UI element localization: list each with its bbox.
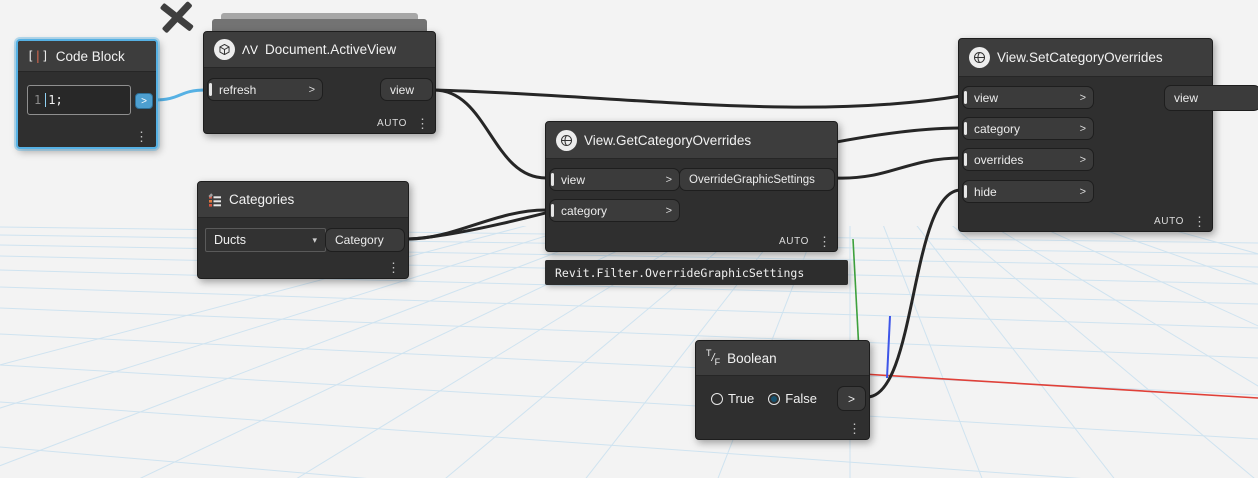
boolean-options: True False xyxy=(711,391,817,406)
set-header: View.SetCategoryOverrides xyxy=(959,39,1212,77)
node-menu-dots[interactable]: ⋮ xyxy=(387,261,400,274)
categories-node[interactable]: Categories Ducts ▾ Category ⋮ xyxy=(197,181,409,279)
set-category-overrides-node[interactable]: View.SetCategoryOverrides view > categor… xyxy=(958,38,1258,232)
option-true[interactable]: True xyxy=(711,391,754,406)
text-caret-icon xyxy=(45,93,47,107)
radio-true[interactable] xyxy=(711,392,723,405)
true-false-icon: T/F xyxy=(706,348,721,368)
port-label: view xyxy=(561,172,586,187)
wire-boolean-to-set-hide[interactable] xyxy=(865,188,963,399)
port-label: refresh xyxy=(219,82,257,97)
get-node-icon xyxy=(556,129,577,151)
node-menu-dots[interactable]: ⋮ xyxy=(416,117,429,130)
port-category-input[interactable]: category > xyxy=(549,199,680,222)
node-title: Code Block xyxy=(55,48,125,64)
document-activeview-node[interactable]: ΛV Document.ActiveView refresh > view AU… xyxy=(203,31,436,134)
node-footer: AUTO ⋮ xyxy=(779,235,831,248)
port-label: overrides xyxy=(974,152,1024,167)
wire-codeblock-to-refresh[interactable] xyxy=(152,88,208,102)
wire-activeview-to-get-view[interactable] xyxy=(432,88,548,180)
boolean-node[interactable]: T/F Boolean True False > ⋮ xyxy=(695,340,870,440)
code-block-output-port[interactable]: > xyxy=(135,93,153,109)
port-chevron-icon: > xyxy=(308,83,315,96)
code-block-icon: [|] xyxy=(27,49,49,63)
node-footer: AUTO ⋮ xyxy=(1154,215,1206,228)
lacing-badge[interactable]: AUTO xyxy=(1154,216,1184,227)
port-chevron-icon: > xyxy=(1079,185,1086,198)
port-refresh-input[interactable]: refresh > xyxy=(207,78,323,101)
port-label: view xyxy=(1174,91,1199,105)
port-chevron-icon: > xyxy=(1079,153,1086,166)
categories-icon xyxy=(208,192,222,207)
port-hide-input[interactable]: hide > xyxy=(962,180,1094,203)
chevron-down-icon: ▾ xyxy=(312,234,317,245)
node-menu-dots[interactable]: ⋮ xyxy=(848,422,861,435)
line-number: 1 xyxy=(34,93,42,107)
wire-category-to-get-category[interactable] xyxy=(406,208,548,241)
node-menu-dots[interactable]: ⋮ xyxy=(1193,215,1206,228)
node-menu-dots[interactable]: ⋮ xyxy=(818,235,831,248)
categories-header: Categories xyxy=(198,182,408,218)
radio-label: True xyxy=(728,391,755,406)
code-block-header: [|] Code Block xyxy=(18,41,156,72)
activeview-node-icon xyxy=(214,39,235,60)
port-view-input[interactable]: view > xyxy=(549,168,680,191)
port-label: Category xyxy=(335,233,384,247)
activeview-monogram: ΛV xyxy=(242,42,259,57)
node-title: View.SetCategoryOverrides xyxy=(997,50,1163,65)
node-menu-dots[interactable]: ⋮ xyxy=(135,130,148,143)
code-block-editor[interactable]: 1 1; xyxy=(27,85,131,115)
option-false[interactable]: False xyxy=(768,391,817,406)
port-label: hide xyxy=(974,184,997,199)
node-title: View.GetCategoryOverrides xyxy=(584,132,752,148)
boolean-header: T/F Boolean xyxy=(696,341,869,376)
wire-overrides-to-set-overrides[interactable] xyxy=(834,156,963,180)
wire-activeview-to-set-view[interactable] xyxy=(432,88,963,109)
set-node-icon xyxy=(969,47,990,68)
dropdown-value: Ducts xyxy=(214,233,246,247)
output-type-tooltip: Revit.Filter.OverrideGraphicSettings xyxy=(545,260,848,285)
port-overridegraphicsettings-output[interactable]: OverrideGraphicSettings xyxy=(679,168,835,191)
port-chevron-icon: > xyxy=(1079,91,1086,104)
node-title: Boolean xyxy=(727,350,777,366)
port-view-input[interactable]: view > xyxy=(962,86,1094,109)
get-category-overrides-node[interactable]: View.GetCategoryOverrides view > categor… xyxy=(545,121,838,252)
node-title: Categories xyxy=(229,192,295,207)
lacing-badge[interactable]: AUTO xyxy=(377,118,407,129)
code-text: 1; xyxy=(48,93,63,107)
port-category-output[interactable]: Category xyxy=(325,228,405,252)
code-block-node[interactable]: [|] Code Block 1 1; > ⋮ xyxy=(16,39,158,149)
node-title: Document.ActiveView xyxy=(265,42,397,57)
radio-label: False xyxy=(785,391,818,406)
lacing-badge[interactable]: AUTO xyxy=(779,236,809,247)
port-category-input[interactable]: category > xyxy=(962,117,1094,140)
port-boolean-output[interactable]: > xyxy=(837,386,866,411)
dynamo-canvas[interactable]: [|] Code Block 1 1; > ⋮ ΛV Document.Acti… xyxy=(0,0,1258,478)
port-chevron-icon: > xyxy=(665,173,672,186)
port-view-output[interactable]: view xyxy=(1164,85,1258,111)
port-chevron-icon: > xyxy=(1079,122,1086,135)
category-dropdown[interactable]: Ducts ▾ xyxy=(205,228,326,252)
get-header: View.GetCategoryOverrides xyxy=(546,122,837,159)
port-label: view xyxy=(390,82,415,97)
port-label: OverrideGraphicSettings xyxy=(689,173,815,186)
port-view-output[interactable]: view xyxy=(380,78,433,101)
port-label: category xyxy=(561,203,608,218)
port-overrides-input[interactable]: overrides > xyxy=(962,148,1094,171)
port-label: category xyxy=(974,121,1021,136)
port-label: view xyxy=(974,90,999,105)
port-chevron-icon: > xyxy=(847,391,855,406)
radio-false[interactable] xyxy=(768,392,781,405)
port-chevron-icon: > xyxy=(665,204,672,217)
node-footer: AUTO ⋮ xyxy=(377,117,429,130)
activeview-header: ΛV Document.ActiveView xyxy=(204,32,435,68)
